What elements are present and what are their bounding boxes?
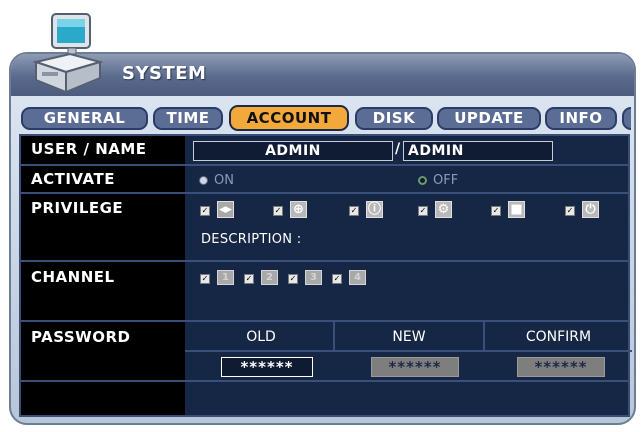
- power-icon: ⏻: [582, 201, 599, 218]
- channel-1-box: 1: [217, 270, 234, 285]
- channel-2-box: 2: [261, 270, 278, 285]
- name-field[interactable]: ADMIN: [403, 141, 553, 161]
- activate-off-option[interactable]: OFF: [418, 173, 458, 188]
- radio-on-icon: [199, 176, 208, 185]
- gear-icon: ⚙: [435, 201, 452, 218]
- channel-checkbox-3[interactable]: ✓: [288, 274, 298, 284]
- new-password-field[interactable]: ******: [371, 357, 459, 377]
- tab-general[interactable]: GENERAL: [21, 107, 148, 130]
- old-password-field[interactable]: ******: [221, 357, 313, 377]
- tab-bar: GENERAL TIME ACCOUNT DISK UPDATE INFO M: [19, 105, 631, 133]
- window-title: SYSTEM: [122, 63, 207, 84]
- old-password-header: OLD: [246, 329, 276, 345]
- system-window: SYSTEM GENERAL TIME ACCOUNT DISK UPDATE …: [9, 52, 636, 425]
- user-name-label: USER / NAME: [31, 140, 147, 158]
- confirm-password-field[interactable]: ******: [517, 357, 605, 377]
- row-divider: [21, 260, 628, 262]
- radio-off-icon: [418, 176, 427, 185]
- row-divider: [185, 350, 632, 352]
- computer-icon: [30, 10, 110, 95]
- description-label: DESCRIPTION :: [201, 232, 302, 247]
- user-name-separator: /: [395, 141, 401, 157]
- channel-checkbox-4[interactable]: ✓: [332, 274, 342, 284]
- user-field[interactable]: ADMIN: [193, 141, 393, 161]
- privilege-checkbox-5[interactable]: ✓: [491, 206, 501, 216]
- channel-label: CHANNEL: [31, 268, 115, 286]
- account-panel: USER / NAME ADMIN / ADMIN ACTIVATE ON OF…: [19, 134, 632, 417]
- tab-info[interactable]: INFO: [545, 107, 617, 130]
- row-divider: [21, 380, 628, 382]
- tab-update[interactable]: UPDATE: [437, 107, 541, 130]
- row-divider: [21, 320, 628, 322]
- tab-account[interactable]: ACCOUNT: [229, 105, 349, 131]
- tab-more[interactable]: M: [622, 107, 631, 130]
- ptz-icon: ◂▸: [217, 201, 234, 218]
- privilege-checkbox-4[interactable]: ✓: [418, 206, 428, 216]
- activate-label: ACTIVATE: [31, 170, 115, 188]
- plus-circle-icon: ⊕: [290, 201, 307, 218]
- privilege-checkbox-6[interactable]: ✓: [565, 206, 575, 216]
- channel-checkbox-2[interactable]: ✓: [244, 274, 254, 284]
- row-divider: [21, 164, 628, 166]
- channel-4-box: 4: [349, 270, 366, 285]
- info-icon: ⓘ: [366, 201, 383, 218]
- activate-on-label: ON: [214, 173, 234, 188]
- stop-icon: ■: [508, 201, 525, 218]
- channel-checkbox-1[interactable]: ✓: [200, 274, 210, 284]
- tab-time[interactable]: TIME: [153, 107, 223, 130]
- privilege-checkbox-2[interactable]: ✓: [273, 206, 283, 216]
- new-password-header: NEW: [392, 329, 426, 345]
- privilege-checkbox-3[interactable]: ✓: [349, 206, 359, 216]
- confirm-password-header: CONFIRM: [525, 329, 592, 345]
- privilege-checkbox-1[interactable]: ✓: [200, 206, 210, 216]
- tab-disk[interactable]: DISK: [355, 107, 433, 130]
- row-divider: [21, 192, 628, 194]
- activate-on-option[interactable]: ON: [199, 173, 234, 188]
- channel-3-box: 3: [305, 270, 322, 285]
- password-label: PASSWORD: [31, 328, 131, 346]
- privilege-label: PRIVILEGE: [31, 199, 124, 217]
- activate-off-label: OFF: [433, 173, 459, 188]
